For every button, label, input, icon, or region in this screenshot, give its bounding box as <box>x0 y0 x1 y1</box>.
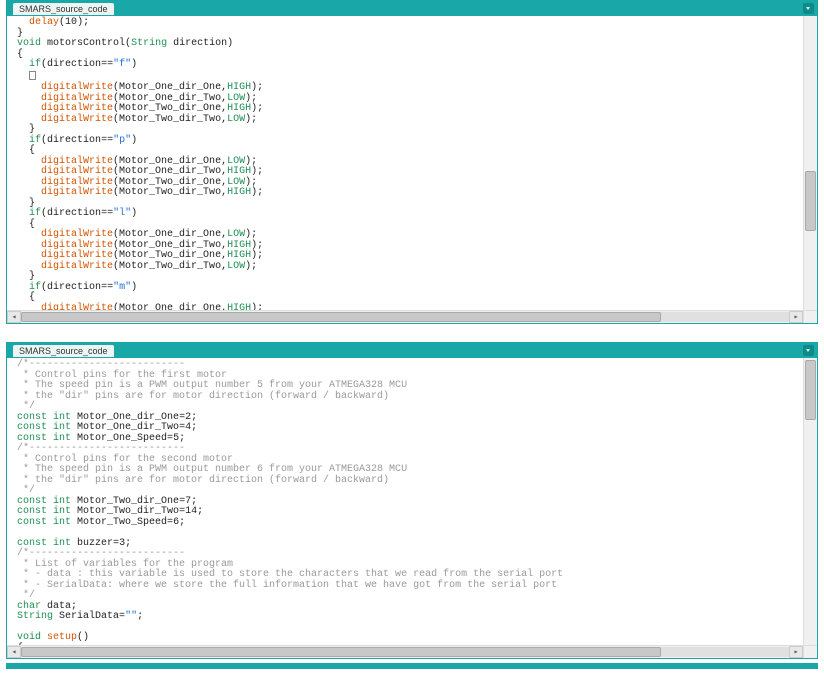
scroll-track[interactable] <box>21 312 789 322</box>
horizontal-scroll-thumb[interactable] <box>21 647 661 657</box>
vertical-scroll-thumb[interactable] <box>805 360 816 420</box>
file-tab[interactable]: SMARS_source_code <box>13 3 114 15</box>
text-cursor <box>29 71 36 80</box>
scroll-left-icon[interactable]: ◂ <box>7 646 21 658</box>
horizontal-scrollbar[interactable]: ◂ ▸ <box>7 645 803 658</box>
code-content-bottom: /*-------------------------- * Control p… <box>17 360 799 658</box>
dropdown-icon[interactable] <box>803 3 814 14</box>
scroll-left-icon[interactable]: ◂ <box>7 311 21 323</box>
vertical-scroll-thumb[interactable] <box>805 171 816 231</box>
vertical-scrollbar[interactable] <box>803 16 817 310</box>
file-tab[interactable]: SMARS_source_code <box>13 345 114 357</box>
code-editor-bottom: SMARS_source_code /*--------------------… <box>6 342 818 659</box>
horizontal-scrollbar[interactable]: ◂ ▸ <box>7 310 803 323</box>
scroll-right-icon[interactable]: ▸ <box>789 311 803 323</box>
code-area-bottom[interactable]: /*-------------------------- * Control p… <box>7 358 817 658</box>
code-editor-top: SMARS_source_code delay(10); } void moto… <box>6 0 818 324</box>
horizontal-scroll-thumb[interactable] <box>21 312 661 322</box>
editor-header: SMARS_source_code <box>7 343 817 358</box>
dropdown-icon[interactable] <box>803 345 814 356</box>
scroll-corner <box>803 310 817 323</box>
code-content-top: delay(10); } void motorsControl(String d… <box>17 18 799 323</box>
editor-header: SMARS_source_code <box>7 1 817 16</box>
scroll-track[interactable] <box>21 647 789 657</box>
scroll-right-icon[interactable]: ▸ <box>789 646 803 658</box>
status-bar <box>6 663 818 669</box>
code-area-top[interactable]: delay(10); } void motorsControl(String d… <box>7 16 817 323</box>
vertical-scrollbar[interactable] <box>803 358 817 645</box>
scroll-corner <box>803 645 817 658</box>
